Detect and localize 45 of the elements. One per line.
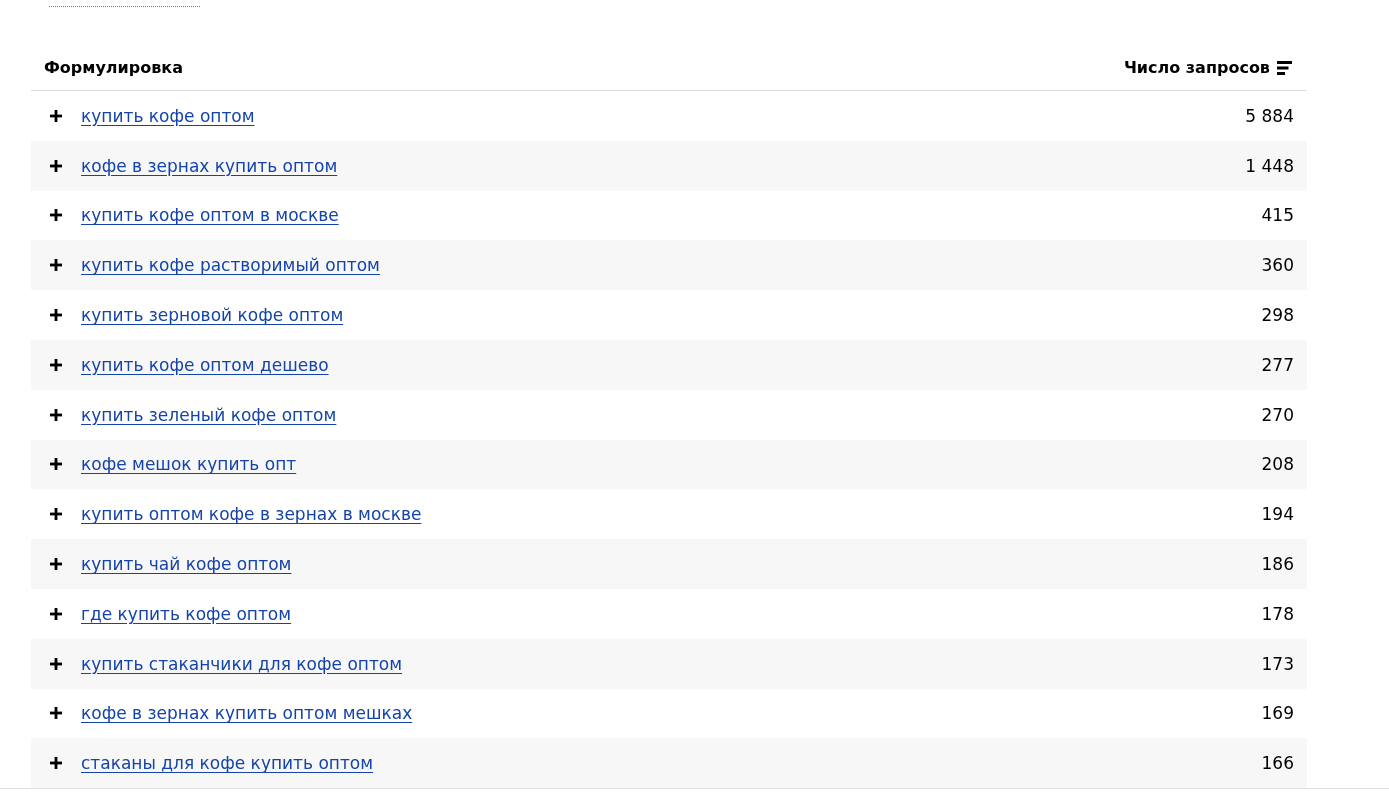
plus-icon[interactable] bbox=[50, 458, 62, 471]
count-cell: 178 bbox=[1261, 603, 1294, 624]
count-cell: 277 bbox=[1261, 354, 1294, 375]
plus-icon[interactable] bbox=[50, 657, 62, 670]
phrase-link[interactable]: кофе в зернах купить оптом мешках bbox=[81, 703, 413, 724]
plus-icon[interactable] bbox=[50, 757, 62, 770]
count-cell: 169 bbox=[1261, 703, 1294, 724]
count-cell: 208 bbox=[1261, 454, 1294, 475]
phrase-link[interactable]: купить оптом кофе в зернах в москве bbox=[81, 504, 422, 525]
count-cell: 166 bbox=[1261, 753, 1294, 774]
phrase-link[interactable]: купить кофе оптом bbox=[81, 105, 255, 126]
plus-icon[interactable] bbox=[50, 607, 62, 620]
count-cell: 194 bbox=[1261, 504, 1294, 525]
phrase-link[interactable]: где купить кофе оптом bbox=[81, 603, 292, 624]
column-header: Формулировка bbox=[44, 58, 183, 77]
count-cell: 5 884 bbox=[1245, 105, 1294, 126]
plus-icon[interactable] bbox=[50, 259, 62, 272]
column-header[interactable]: Число запросов bbox=[1123, 58, 1270, 77]
phrase-link[interactable]: купить кофе оптом в москве bbox=[81, 205, 339, 226]
count-cell: 186 bbox=[1261, 554, 1294, 575]
plus-icon[interactable] bbox=[50, 408, 62, 421]
plus-icon[interactable] bbox=[50, 707, 62, 720]
count-cell: 415 bbox=[1261, 205, 1294, 226]
count-cell: 360 bbox=[1261, 255, 1294, 276]
plus-icon[interactable] bbox=[50, 508, 62, 521]
sort-icon[interactable] bbox=[1277, 60, 1292, 75]
phrase-link[interactable]: купить кофе растворимый оптом bbox=[81, 255, 380, 276]
plus-icon[interactable] bbox=[50, 159, 62, 172]
phrase-link[interactable]: купить кофе оптом дешево bbox=[81, 354, 329, 375]
count-cell: 270 bbox=[1261, 404, 1294, 425]
plus-icon[interactable] bbox=[50, 309, 62, 322]
count-cell: 1 448 bbox=[1245, 155, 1294, 176]
plus-icon[interactable] bbox=[50, 209, 62, 222]
phrase-link[interactable]: купить зерновой кофе оптом bbox=[81, 305, 344, 326]
plus-icon[interactable] bbox=[50, 358, 62, 371]
plus-icon[interactable] bbox=[50, 109, 62, 122]
phrase-link[interactable]: купить зеленый кофе оптом bbox=[81, 404, 337, 425]
count-cell: 173 bbox=[1261, 653, 1294, 674]
phrase-link[interactable]: купить чай кофе оптом bbox=[81, 554, 292, 575]
phrase-link[interactable]: кофе в зернах купить оптом bbox=[81, 155, 338, 176]
count-cell: 298 bbox=[1261, 305, 1294, 326]
phrase-link[interactable]: купить стаканчики для кофе оптом bbox=[81, 653, 403, 674]
plus-icon[interactable] bbox=[50, 558, 62, 571]
phrase-link[interactable]: стаканы для кофе купить оптом bbox=[81, 753, 374, 774]
phrase-link[interactable]: кофе мешок купить опт bbox=[81, 454, 297, 475]
